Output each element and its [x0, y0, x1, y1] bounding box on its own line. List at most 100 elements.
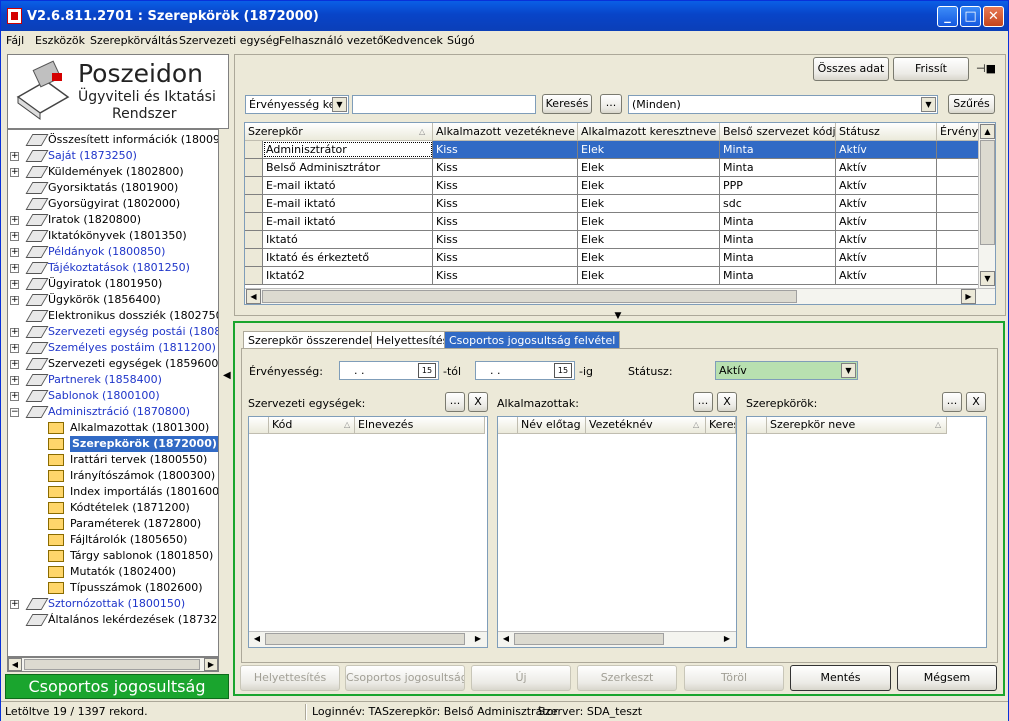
tree-item[interactable]: Általános lekérdezések (1873200)	[10, 612, 218, 628]
scroll-down-icon[interactable]: ▼	[980, 271, 995, 286]
tree-item[interactable]: + Tájékoztatások (1801250)	[10, 260, 215, 276]
scroll-thumb[interactable]	[262, 290, 797, 303]
tree-item[interactable]: Kódtételek (1871200)	[28, 500, 218, 516]
tree-item[interactable]: + Sztornózottak (1800150)	[10, 596, 215, 612]
scroll-thumb[interactable]	[24, 659, 200, 670]
calendar-icon[interactable]: 15	[554, 363, 572, 378]
tree-item[interactable]: + Sablonok (1800100)	[10, 388, 215, 404]
employees-pick-button[interactable]: ...	[693, 392, 713, 412]
all-data-button[interactable]: Összes adat	[813, 57, 889, 81]
roles-table[interactable]: Szerepkör Alkalmazott vezetékneve Alkalmaz…	[244, 122, 996, 305]
expand-icon[interactable]: +	[10, 344, 19, 353]
scroll-right-icon[interactable]: ▶	[720, 632, 734, 646]
vertical-scrollbar[interactable]: ▲ ▼	[978, 123, 995, 288]
horizontal-scrollbar[interactable]: ◀ ▶	[245, 288, 995, 304]
filter-button[interactable]: Szűrés	[948, 94, 995, 114]
maximize-button[interactable]: □	[960, 6, 981, 27]
table-row[interactable]: E-mail iktató Kiss Elek PPP Aktív	[245, 177, 983, 195]
refresh-button[interactable]: Frissít	[893, 57, 969, 81]
menu-help[interactable]: Súgó	[447, 34, 475, 47]
tree-item[interactable]: + Iratok (1820800)	[10, 212, 215, 228]
tree-item[interactable]: + Ügykörök (1856400)	[10, 292, 215, 308]
group-permission-button[interactable]: Csoportos jogosultság	[345, 665, 465, 691]
chevron-down-icon[interactable]: ▼	[921, 97, 936, 112]
column-header[interactable]: Szerepkör	[245, 123, 433, 141]
column-header[interactable]: Státusz	[836, 123, 937, 141]
search-input[interactable]	[352, 95, 536, 114]
scroll-thumb[interactable]	[265, 633, 465, 645]
chevron-down-icon[interactable]: ▼	[841, 363, 856, 378]
org-units-pick-button[interactable]: ...	[445, 392, 465, 412]
tree-item[interactable]: Gyorsügyirat (1802000)	[10, 196, 215, 212]
tree-item[interactable]: Irattári tervek (1800550)	[28, 452, 218, 468]
column-header[interactable]: Belső szervezet kódja	[720, 123, 836, 141]
expand-icon[interactable]: +	[10, 168, 19, 177]
expand-icon[interactable]: +	[10, 376, 19, 385]
scroll-right-icon[interactable]: ▶	[204, 658, 218, 671]
column-header[interactable]: Kód	[269, 417, 355, 434]
scroll-thumb[interactable]	[514, 633, 664, 645]
org-units-list[interactable]: Kód △ Elnevezés ◀ ▶	[248, 416, 488, 648]
expand-icon[interactable]: +	[10, 600, 19, 609]
tree-item[interactable]: + Személyes postáim (1811200)	[10, 340, 216, 356]
tree-item[interactable]: + Szervezeti egység postái (1808000)	[10, 324, 218, 340]
tree-item[interactable]: Alkalmazottak (1801300)	[28, 420, 218, 436]
menu-file[interactable]: Fájl	[6, 34, 24, 47]
roles-clear-button[interactable]: X	[966, 392, 986, 412]
tree-item[interactable]: Mutatók (1802400)	[28, 564, 218, 580]
table-row[interactable]: E-mail iktató Kiss Elek Minta Aktív	[245, 213, 983, 231]
table-row[interactable]: Belső Adminisztrátor Kiss Elek Minta Aktív	[245, 159, 983, 177]
collapse-panel-icon[interactable]: ◀	[223, 363, 231, 389]
search-options-button[interactable]: ...	[600, 94, 622, 114]
column-header[interactable]: Vezetéknév	[586, 417, 706, 434]
tree-item[interactable]: Típusszámok (1802600)	[28, 580, 218, 596]
roles-pick-button[interactable]: ...	[942, 392, 962, 412]
tree-item[interactable]: + Ügyiratok (1801950)	[10, 276, 215, 292]
tree-item[interactable]: + Szervezeti egységek (1859600)	[10, 356, 218, 372]
employees-clear-button[interactable]: X	[717, 392, 737, 412]
search-button[interactable]: Keresés	[542, 94, 592, 114]
expand-icon[interactable]: +	[10, 280, 19, 289]
tab-substitution[interactable]: Helyettesítés	[371, 331, 454, 349]
expand-icon[interactable]: +	[10, 248, 19, 257]
close-button[interactable]: ✕	[983, 6, 1004, 27]
validity-from-date[interactable]: . . 15	[339, 361, 439, 380]
scroll-left-icon[interactable]: ◀	[246, 289, 261, 304]
horizontal-scrollbar[interactable]: ◀ ▶	[249, 631, 487, 647]
column-header[interactable]: Érvénye	[937, 123, 983, 141]
roles-list[interactable]: Szerepkör neve △	[746, 416, 987, 648]
table-row[interactable]: Iktató2 Kiss Elek Minta Aktív	[245, 267, 983, 285]
tree-item[interactable]: Fájltárolók (1805650)	[28, 532, 218, 548]
tree-item[interactable]: Gyorsiktatás (1801900)	[10, 180, 215, 196]
column-header[interactable]: Keres	[706, 417, 736, 434]
expand-icon[interactable]: +	[10, 232, 19, 241]
tab-group-permission[interactable]: Csoportos jogosultság felvétel	[444, 331, 621, 349]
tree-item[interactable]: + Partnerek (1858400)	[10, 372, 215, 388]
substitution-button[interactable]: Helyettesítés	[240, 665, 340, 691]
table-row[interactable]: Iktató és érkeztető Kiss Elek Minta Aktív	[245, 249, 983, 267]
tree-item[interactable]: Index importálás (1801600)	[28, 484, 218, 500]
menu-org-unit[interactable]: Szervezeti egység	[179, 34, 279, 47]
table-row[interactable]: Adminisztrátor Kiss Elek Minta Aktív	[245, 141, 983, 159]
scroll-thumb[interactable]	[980, 140, 995, 245]
tree-item[interactable]: + Küldemények (1802800)	[10, 164, 215, 180]
expand-icon[interactable]: +	[10, 360, 19, 369]
tree-horizontal-scrollbar[interactable]: ◀ ▶	[7, 657, 219, 672]
scroll-left-icon[interactable]: ◀	[8, 658, 22, 671]
tree-item[interactable]: Szerepkörök (1872000)	[28, 436, 218, 452]
calendar-icon[interactable]: 15	[418, 363, 436, 378]
column-header[interactable]: Név előtag	[518, 417, 586, 434]
tree-item[interactable]: Irányítószámok (1800300)	[28, 468, 218, 484]
expand-icon[interactable]: +	[10, 328, 19, 337]
chevron-down-icon[interactable]: ▼	[332, 97, 347, 112]
expand-icon[interactable]: +	[10, 392, 19, 401]
tree-item[interactable]: Elektronikus dossziék (1802750)	[10, 308, 218, 324]
edit-button[interactable]: Szerkeszt	[577, 665, 677, 691]
scroll-up-icon[interactable]: ▲	[980, 124, 995, 139]
title-bar[interactable]: V2.6.811.2701 : Szerepkörök (1872000) _ …	[1, 1, 1008, 31]
table-row[interactable]: Iktató Kiss Elek Minta Aktív	[245, 231, 983, 249]
column-header[interactable]: Alkalmazott vezetékneve	[433, 123, 578, 141]
menu-user-manager[interactable]: Felhasználó vezető	[279, 34, 384, 47]
expand-icon[interactable]: +	[10, 152, 19, 161]
scroll-right-icon[interactable]: ▶	[471, 632, 485, 646]
